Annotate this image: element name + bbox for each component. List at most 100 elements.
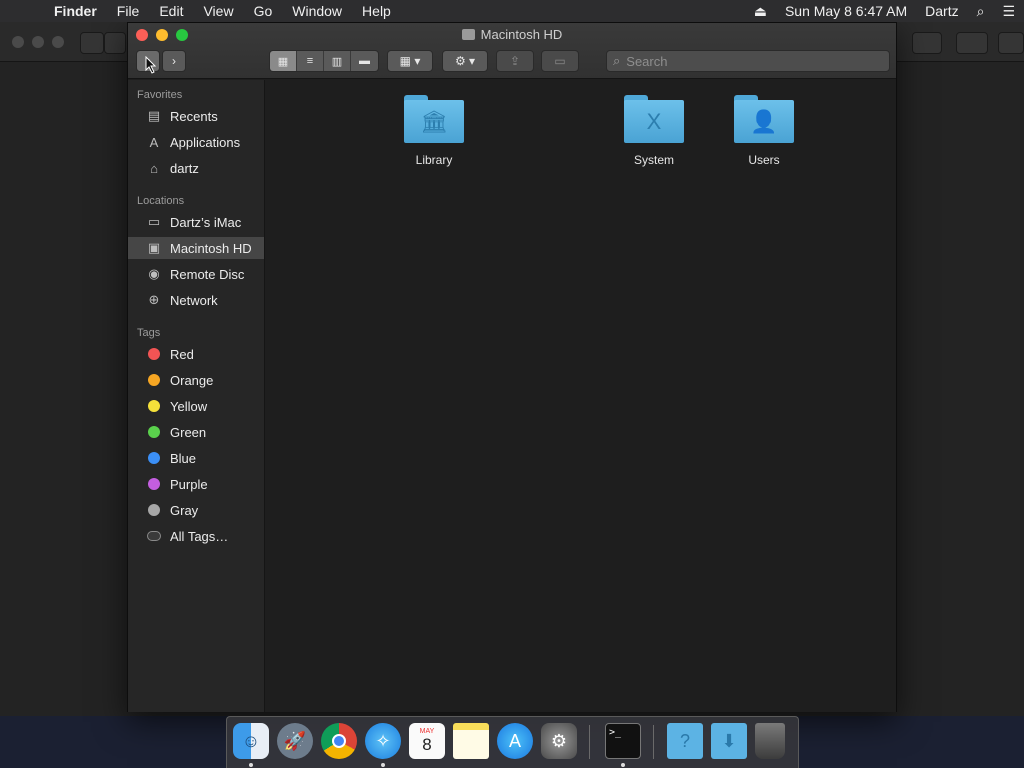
sidebar-item-label: Blue xyxy=(170,450,197,466)
applications-icon: A xyxy=(149,134,159,150)
grid-group-icon: ▦ ▾ xyxy=(399,54,421,68)
menu-clock[interactable]: Sun May 8 6:47 AM xyxy=(776,3,916,19)
forward-button[interactable]: › xyxy=(162,50,186,72)
spotlight-icon[interactable]: ⌕ xyxy=(968,3,994,20)
gear-icon: ⚙ ▾ xyxy=(454,54,476,68)
view-mode-segmented-control: ▦ ≡ ▥ ▬ xyxy=(269,50,379,72)
bg-back-button[interactable] xyxy=(80,32,104,54)
sidebar: Favorites ▤ Recents A Applications ⌂ dartz … xyxy=(128,80,265,712)
group-by-button[interactable]: ▦ ▾ xyxy=(387,50,433,72)
dock: ☺ 🚀 ✧ MAY 8 A ⚙ >_ ? ⬇ xyxy=(226,716,799,768)
sidebar-tag-green[interactable]: Green xyxy=(128,421,264,443)
dock-separator-2 xyxy=(653,725,654,759)
green-tag-icon xyxy=(148,426,160,438)
system-folder-icon: X xyxy=(624,95,684,143)
help-folder-icon[interactable]: ? xyxy=(667,723,703,759)
menu-app-name[interactable]: Finder xyxy=(44,3,107,19)
bg-share-button[interactable] xyxy=(912,32,942,54)
terminal-icon[interactable]: >_ xyxy=(605,723,641,759)
sidebar-tag-purple[interactable]: Purple xyxy=(128,473,264,495)
sidebar-item-label: dartz xyxy=(170,160,199,176)
icon-view-icon[interactable]: ▦ xyxy=(270,51,297,71)
notes-icon[interactable] xyxy=(453,723,489,759)
sidebar-item-label: Applications xyxy=(170,134,241,150)
bg-new-tab-button[interactable] xyxy=(998,32,1024,54)
sidebar-item-network[interactable]: ⊕ Network xyxy=(128,289,264,311)
system-preferences-icon[interactable]: ⚙ xyxy=(541,723,577,759)
calendar-icon[interactable]: MAY 8 xyxy=(409,723,445,759)
sidebar-item-label: Gray xyxy=(170,502,199,518)
sidebar-tag-gray[interactable]: Gray xyxy=(128,499,264,521)
title-bar: Macintosh HD ‹ › ▦ ≡ ▥ ▬ ▦ ▾ ⚙ ▾ ⇪ ▭ ⌕ xyxy=(128,23,896,79)
downloads-folder-icon[interactable]: ⬇ xyxy=(711,723,747,759)
chevron-right-icon: › xyxy=(172,54,176,68)
launchpad-icon[interactable]: 🚀 xyxy=(277,723,313,759)
finder-icon[interactable]: ☺ xyxy=(233,723,269,759)
sidebar-all-tags[interactable]: All Tags… xyxy=(128,525,264,547)
bg-tabs-button[interactable] xyxy=(956,32,988,54)
terminal-running-indicator xyxy=(621,763,625,767)
sidebar-tag-red[interactable]: Red xyxy=(128,343,264,365)
finder-running-indicator xyxy=(249,763,253,767)
menu-edit[interactable]: Edit xyxy=(149,3,193,19)
menu-bar: Finder File Edit View Go Window Help ⏏ S… xyxy=(0,0,1024,22)
blue-tag-icon xyxy=(148,452,160,464)
menu-view[interactable]: View xyxy=(193,3,243,19)
bg-zoom-icon[interactable] xyxy=(52,36,64,48)
menu-file[interactable]: File xyxy=(107,3,150,19)
window-title-text: Macintosh HD xyxy=(480,27,563,42)
eject-icon[interactable]: ⏏ xyxy=(745,3,776,20)
trash-icon[interactable] xyxy=(755,723,785,759)
sidebar-tag-orange[interactable]: Orange xyxy=(128,369,264,391)
folder-system[interactable]: X System xyxy=(599,95,709,185)
sidebar-item-label: Green xyxy=(170,424,207,440)
sidebar-tag-yellow[interactable]: Yellow xyxy=(128,395,264,417)
purple-tag-icon xyxy=(148,478,160,490)
gallery-view-icon[interactable]: ▬ xyxy=(351,51,378,71)
bg-close-icon[interactable] xyxy=(12,36,24,48)
all-tags-icon xyxy=(147,531,161,541)
menu-go[interactable]: Go xyxy=(244,3,283,19)
sidebar-item-recents[interactable]: ▤ Recents xyxy=(128,105,264,127)
sidebar-item-macintosh-hd[interactable]: ▣ Macintosh HD xyxy=(128,237,264,259)
app-store-icon[interactable]: A xyxy=(497,723,533,759)
sidebar-item-dartz[interactable]: ⌂ dartz xyxy=(128,157,264,179)
favorites-header: Favorites xyxy=(137,89,183,101)
gray-tag-icon xyxy=(148,504,160,516)
sidebar-item-label: Purple xyxy=(170,476,208,492)
bg-minimize-icon[interactable] xyxy=(32,36,44,48)
menu-user[interactable]: Dartz xyxy=(916,3,967,19)
column-view-icon[interactable]: ▥ xyxy=(324,51,351,71)
folder-users[interactable]: 👤 Users xyxy=(709,95,819,185)
menu-help[interactable]: Help xyxy=(352,3,401,19)
hard-drive-icon: ▣ xyxy=(147,240,161,255)
share-button[interactable]: ⇪ xyxy=(496,50,534,72)
folder-label: System xyxy=(633,153,674,167)
sidebar-item-applications[interactable]: A Applications xyxy=(128,131,264,153)
action-button[interactable]: ⚙ ▾ xyxy=(442,50,488,72)
edit-tags-button[interactable]: ▭ xyxy=(541,50,579,72)
locations-header: Locations xyxy=(137,195,185,207)
notification-center-icon[interactable]: ☰ xyxy=(993,3,1024,20)
chrome-center-icon xyxy=(332,734,346,748)
bg-forward-button[interactable] xyxy=(104,32,126,54)
hard-drive-title-icon xyxy=(461,29,475,40)
sidebar-item-remote-disc[interactable]: ◉ Remote Disc xyxy=(128,263,264,285)
safari-icon[interactable]: ✧ xyxy=(365,723,401,759)
chrome-icon[interactable] xyxy=(321,723,357,759)
menu-window[interactable]: Window xyxy=(282,3,352,19)
sidebar-item-label: Dartz’s iMac xyxy=(170,214,242,230)
sidebar-item-imac[interactable]: ▭ Dartz’s iMac xyxy=(128,211,264,233)
sidebar-item-label: All Tags… xyxy=(170,528,229,544)
folder-label: Users xyxy=(748,153,780,167)
users-folder-icon: 👤 xyxy=(734,95,794,143)
sidebar-tag-blue[interactable]: Blue xyxy=(128,447,264,469)
tags-header: Tags xyxy=(137,327,161,339)
list-view-icon[interactable]: ≡ xyxy=(297,51,324,71)
tag-icon: ▭ xyxy=(554,54,566,68)
search-field[interactable]: ⌕ xyxy=(606,50,890,72)
sidebar-item-label: Yellow xyxy=(170,398,208,414)
folder-library[interactable]: 🏛 Library xyxy=(379,95,489,185)
search-input[interactable] xyxy=(626,53,867,69)
sidebar-item-label: Red xyxy=(170,346,194,362)
